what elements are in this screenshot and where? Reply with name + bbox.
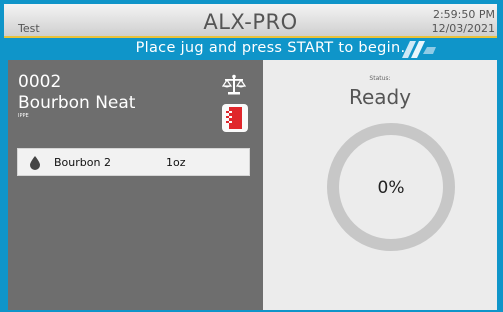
instruction-banner: Place jug and press START to begin. [4,38,497,60]
drink-name: Bourbon Neat [18,93,136,113]
alx-stripes-logo-icon [402,41,436,58]
ingredient-amount: 1oz [166,156,186,169]
ingredient-name: Bourbon 2 [54,156,111,169]
status-value: Ready [348,85,412,109]
drink-sub-label: IPPE [18,113,29,119]
scale-icon[interactable] [222,74,246,96]
order-code: 0002 [18,72,62,92]
app-title: ALX-PRO [203,10,298,34]
dispense-icon[interactable] [222,104,248,132]
clock-date: 12/03/2021 [431,22,495,35]
dispense-glyph-icon [226,107,242,129]
drop-icon [30,156,40,170]
header-bar: Test ALX-PRO 2:59:50 PM 12/03/2021 [4,4,497,38]
datetime: 2:59:50 PM 12/03/2021 [432,8,495,36]
ingredient-row[interactable]: Bourbon 2 1oz [17,148,250,176]
status-label: Status: [369,75,391,82]
clock-time: 2:59:50 PM [432,8,495,21]
progress-percent: 0% [377,178,405,198]
